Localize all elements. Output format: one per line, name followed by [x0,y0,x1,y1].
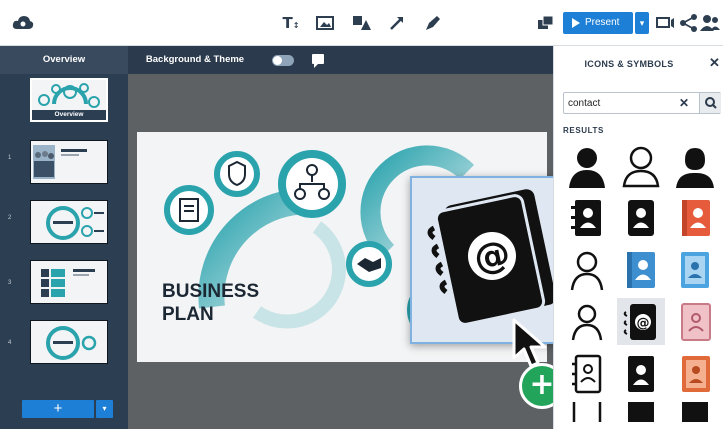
cloud-logo-icon[interactable] [12,14,34,30]
slide-thumb-1[interactable] [30,140,108,184]
shapes-tool-icon[interactable] [350,12,372,34]
arrow-tool-icon[interactable] [386,12,408,34]
contact-book-pink-icon[interactable] [671,298,719,345]
present-dropdown-button[interactable]: ▾ [635,12,649,34]
person-thin-outline-icon[interactable] [563,246,611,293]
view-toggle[interactable] [272,55,294,66]
slide-number: 4 [8,340,12,346]
circle-icon-network [278,150,346,218]
editor-tab-strip: Overview Background & Theme [0,46,553,74]
present-button[interactable]: Present [563,12,633,34]
results-label: RESULTS [563,126,604,135]
panel-title: ICONS & SYMBOLS [584,59,674,69]
thumb-overview-label: Overview [54,111,84,118]
thumb-4-graphic [46,326,97,360]
top-toolbar: T↕ Present ▾ [0,0,723,46]
pen-tool-icon[interactable] [422,12,444,34]
tab-background-theme[interactable]: Background & Theme [130,46,260,74]
person-outline-small-icon[interactable] [563,298,611,345]
contact-card-partial-icon[interactable] [671,402,719,422]
slide-number: 2 [8,215,12,221]
mouse-pointer-icon [512,318,547,368]
thumb-2-graphic [46,206,104,240]
play-icon [572,18,580,28]
icon-search-box: ✕ [563,92,721,114]
add-slide-dropdown-button[interactable]: ▾ [96,400,113,418]
contact-card-icon[interactable] [617,194,665,241]
contact-card-solid-icon[interactable] [617,350,665,397]
clear-search-icon[interactable]: ✕ [679,96,689,110]
search-button[interactable] [699,93,721,113]
slide-thumb-3[interactable] [30,260,108,304]
tab-overview[interactable]: Overview [0,46,128,74]
slide-thumbnail-panel [0,74,128,429]
svg-text:@: @ [637,316,650,331]
text-tool-icon[interactable]: T↕ [280,12,302,34]
contact-book-outline-icon[interactable] [563,350,611,397]
address-book-at-icon[interactable]: @ [617,298,665,345]
present-label: Present [585,17,620,28]
share-icon[interactable] [678,12,700,34]
screen-audio-icon[interactable] [655,12,677,34]
thumb-1-graphic [33,145,87,179]
person-bust-icon[interactable] [671,142,719,189]
slide-thumb-overview[interactable]: Overview [30,78,108,122]
slide-thumb-2[interactable] [30,200,108,244]
person-silhouette-icon[interactable] [563,142,611,189]
comment-icon[interactable] [312,54,324,68]
circle-icon-handshake [346,241,392,287]
icons-symbols-panel: ICONS & SYMBOLS ✕ ✕ RESULTS [553,46,723,429]
add-slide-button[interactable]: + [22,400,94,418]
panel-close-icon[interactable]: ✕ [709,55,720,71]
slide-number: 3 [8,280,12,286]
slide-title-line-1: BUSINESS [162,281,260,302]
thumb-3-graphic [41,269,95,297]
image-tool-icon[interactable] [314,12,336,34]
layers-icon[interactable] [535,12,557,34]
contact-card-partial-icon[interactable] [563,402,611,422]
contact-book-light-blue-icon[interactable] [671,246,719,293]
circle-icon-shield [214,151,260,197]
arc-inner [252,221,346,329]
contact-book-red-icon[interactable] [671,194,719,241]
slide-title-line-2: PLAN [162,304,214,325]
contact-book-orange-icon[interactable] [671,350,719,397]
slide-title[interactable]: BUSINESS PLAN [162,280,259,326]
contact-card-partial-icon[interactable] [617,402,665,422]
circle-icon-document [164,185,214,235]
contact-book-blue-icon[interactable] [617,246,665,293]
slide-number: 1 [8,155,12,161]
slide-thumb-4[interactable] [30,320,108,364]
icon-search-input[interactable] [568,96,668,111]
person-outline-icon[interactable] [617,142,665,189]
collaborators-icon[interactable] [699,12,721,34]
contact-book-dark-icon[interactable] [563,194,611,241]
search-icon [705,97,717,109]
